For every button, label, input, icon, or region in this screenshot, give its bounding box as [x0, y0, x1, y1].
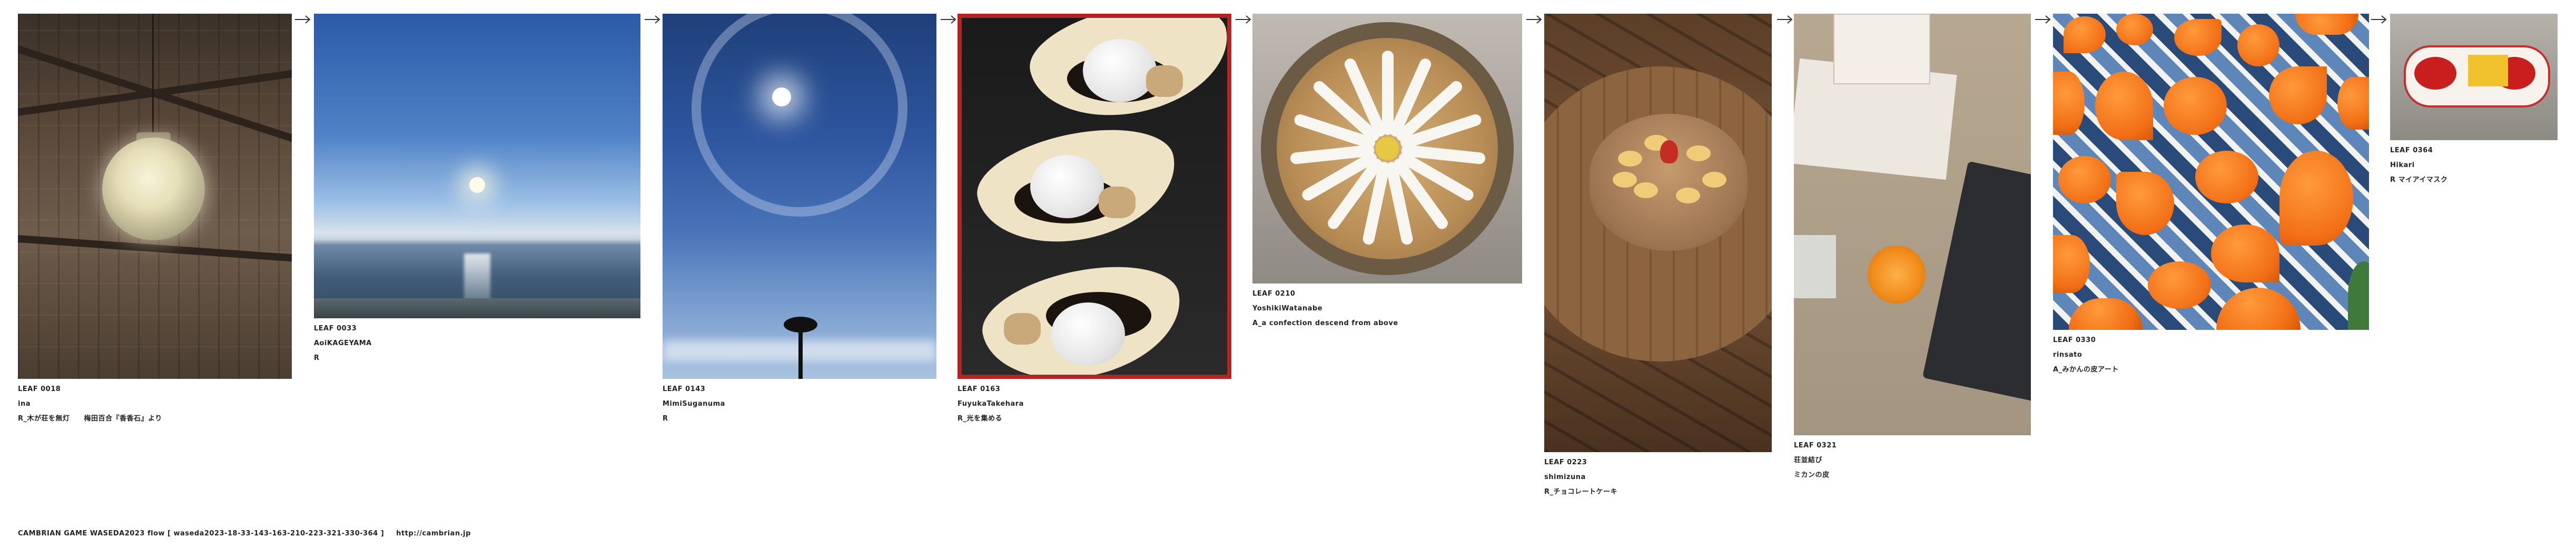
photo-desk-orange[interactable]	[1794, 14, 2031, 435]
arrow-right-icon	[645, 15, 660, 24]
photo-barn-lamp[interactable]	[18, 14, 292, 379]
leaf-card: LEAF 0018 ina R_木が荘を無灯 梅田百合『香香石』より	[18, 14, 292, 426]
leaf-card: LEAF 0223 shimizuna R_チョコレートケーキ	[1544, 14, 1772, 500]
leaf-author: YoshikiWatanabe	[1252, 305, 1322, 312]
leaf-id: LEAF 0018	[18, 385, 61, 393]
leaf-author: 荘並結び	[1794, 456, 1823, 464]
leaf-title: R マイアイマスク	[2390, 176, 2448, 184]
photo-sun-halo[interactable]	[663, 14, 936, 379]
leaf-title: A_みかんの皮アート	[2053, 366, 2119, 374]
leaf-card: LEAF 0033 AoiKAGEYAMA R	[314, 14, 640, 366]
leaf-id: LEAF 0364	[2390, 146, 2433, 154]
footer: CAMBRIAN GAME WASEDA2023 flow [ waseda20…	[18, 530, 480, 538]
leaf-caption: LEAF 0364 Hikari R マイアイマスク	[2390, 143, 2558, 188]
leaf-id: LEAF 0321	[1794, 442, 1837, 450]
arrow-right-icon	[295, 15, 311, 24]
leaf-author: shimizuna	[1544, 473, 1586, 481]
leaf-id: LEAF 0033	[314, 325, 357, 333]
arrow-right-icon	[2035, 15, 2051, 24]
leaf-card: LEAF 0330 rinsato A_みかんの皮アート	[2053, 14, 2369, 377]
footer-flow-text: CAMBRIAN GAME WASEDA2023 flow [ waseda20…	[18, 530, 384, 538]
leaf-card: LEAF 0210 YoshikiWatanabe A_a confection…	[1252, 14, 1522, 331]
photo-sweets-on-boats[interactable]	[958, 14, 1231, 379]
photo-orange-peel-art[interactable]	[2053, 14, 2369, 330]
leaf-author: AoiKAGEYAMA	[314, 339, 372, 347]
arrow-right-icon	[1777, 15, 1793, 24]
leaf-title: R_チョコレートケーキ	[1544, 488, 1618, 496]
leaf-caption: LEAF 0033 AoiKAGEYAMA R	[314, 321, 640, 366]
leaf-caption: LEAF 0018 ina R_木が荘を無灯 梅田百合『香香石』より	[18, 382, 292, 426]
leaf-author: rinsato	[2053, 351, 2082, 359]
leaf-id: LEAF 0223	[1544, 458, 1587, 466]
leaf-card: LEAF 0364 Hikari R マイアイマスク	[2390, 14, 2558, 188]
leaf-title: R	[314, 354, 320, 362]
leaf-id: LEAF 0330	[2053, 336, 2096, 344]
leaf-caption: LEAF 0223 shimizuna R_チョコレートケーキ	[1544, 455, 1772, 500]
leaf-id: LEAF 0163	[958, 385, 1001, 393]
leaf-author: Hikari	[2390, 161, 2415, 169]
leaf-caption: LEAF 0210 YoshikiWatanabe A_a confection…	[1252, 287, 1522, 331]
leaf-card: LEAF 0143 MimiSuganuma R	[663, 14, 936, 426]
leaf-title: R_光を集める	[958, 415, 1003, 423]
photo-tart[interactable]	[1252, 14, 1522, 284]
leaf-caption: LEAF 0143 MimiSuganuma R	[663, 382, 936, 426]
leaf-card: LEAF 0321 荘並結び ミカンの皮	[1794, 14, 2031, 483]
leaf-title: A_a confection descend from above	[1252, 319, 1398, 327]
leaf-caption: LEAF 0321 荘並結び ミカンの皮	[1794, 438, 2031, 483]
leaf-author: FuyukaTakehara	[958, 400, 1024, 408]
leaf-card: LEAF 0163 FuyukaTakehara R_光を集める	[958, 14, 1231, 426]
arrow-right-icon	[1236, 15, 1251, 24]
leaf-id: LEAF 0210	[1252, 290, 1296, 298]
leaf-title: R	[663, 415, 668, 423]
photo-sea-sunrise[interactable]	[314, 14, 640, 318]
photo-eye-mask[interactable]	[2390, 14, 2558, 140]
arrow-right-icon	[941, 15, 956, 24]
arrow-right-icon	[2371, 15, 2387, 24]
leaf-caption: LEAF 0163 FuyukaTakehara R_光を集める	[958, 382, 1231, 426]
leaf-author: ina	[18, 400, 31, 408]
arrow-right-icon	[1526, 15, 1542, 24]
footer-link[interactable]: http://cambrian.jp	[396, 530, 471, 538]
leaf-id: LEAF 0143	[663, 385, 706, 393]
leaf-caption: LEAF 0330 rinsato A_みかんの皮アート	[2053, 333, 2369, 377]
photo-cake-on-table[interactable]	[1544, 14, 1772, 452]
leaf-author: MimiSuganuma	[663, 400, 725, 408]
leaf-title: ミカンの皮	[1794, 471, 1830, 479]
leaf-title: R_木が荘を無灯 梅田百合『香香石』より	[18, 415, 162, 423]
